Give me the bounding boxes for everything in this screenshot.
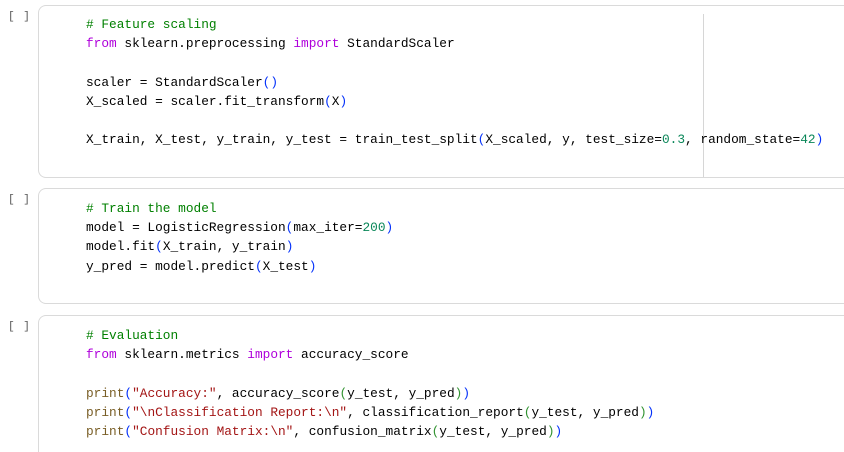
code-line: X_train, X_test, y_train, y_test = train… — [86, 130, 823, 149]
code-token: X_train, X_test, y_train, y_test = train… — [86, 132, 478, 148]
code-token: ( — [254, 258, 263, 274]
code-token: ) — [339, 93, 348, 109]
code-line: scaler = StandardScaler() — [86, 73, 823, 92]
code-token: 200 — [362, 220, 386, 236]
code-token: ) — [385, 220, 394, 236]
code-content: # Feature scaling from sklearn.preprocess… — [86, 15, 823, 149]
run-cell-button[interactable]: [ ] — [8, 321, 31, 333]
code-editor[interactable]: # Evaluation from sklearn.metrics import … — [38, 315, 844, 452]
code-line: print("Confusion Matrix:\n", confusion_m… — [86, 422, 654, 441]
code-token: ( — [124, 385, 133, 401]
run-cell-button[interactable]: [ ] — [8, 194, 31, 206]
code-token: sklearn.preprocessing — [116, 36, 294, 52]
code-token: "\nClassification Report:\n" — [132, 404, 348, 420]
code-line: model = LogisticRegression(max_iter=200) — [86, 218, 393, 237]
code-token: print — [86, 385, 125, 401]
code-line: # Train the model — [86, 199, 393, 218]
code-content: # Evaluation from sklearn.metrics import … — [86, 326, 654, 441]
code-token: y_test, y_pred — [347, 385, 455, 401]
code-token: from — [86, 347, 117, 363]
code-token: X_scaled = scaler.fit_transform — [86, 93, 325, 109]
code-content: # Train the model model = LogisticRegress… — [86, 199, 393, 276]
code-token: ) — [815, 132, 824, 148]
code-token: "Accuracy:" — [132, 385, 217, 401]
code-token: X_scaled, y, test_size= — [485, 132, 662, 148]
code-token: , random_state= — [685, 132, 801, 148]
code-token: sklearn.metrics — [116, 347, 248, 363]
code-line: # Evaluation — [86, 326, 654, 345]
code-token: , accuracy_score — [216, 385, 340, 401]
code-token: ( — [124, 404, 133, 420]
code-editor[interactable]: # Feature scaling from sklearn.preprocess… — [38, 5, 844, 178]
code-token: y_test, y_pred — [531, 404, 639, 420]
code-token: # Evaluation — [86, 328, 179, 343]
code-token: print — [86, 423, 125, 439]
code-token: 0.3 — [661, 132, 686, 148]
code-line: # Feature scaling — [86, 15, 823, 34]
code-token: X_test — [262, 258, 309, 274]
code-token: y_pred = model.predict — [86, 258, 255, 274]
code-token: import — [293, 36, 340, 52]
code-token: StandardScaler — [339, 36, 455, 52]
code-token: y_test, y_pred — [439, 423, 547, 439]
code-token: ) — [285, 239, 294, 255]
code-token: max_iter= — [293, 220, 363, 236]
code-token: import — [247, 347, 294, 363]
code-line: y_pred = model.predict(X_test) — [86, 257, 393, 276]
code-token: model = LogisticRegression — [86, 220, 286, 236]
code-token: ( — [155, 239, 163, 255]
code-line: print("\nClassification Report:\n", clas… — [86, 403, 654, 422]
code-line: print("Accuracy:", accuracy_score(y_test… — [86, 384, 654, 403]
code-line: model.fit(X_train, y_train) — [86, 237, 393, 256]
code-token: from — [86, 36, 117, 52]
code-line: from sklearn.metrics import accuracy_sco… — [86, 345, 654, 364]
code-cell-train-model[interactable]: [ ] # Train the model model = LogisticReg… — [0, 188, 844, 304]
code-token: ) — [638, 404, 647, 420]
code-token: , classification_report — [347, 404, 524, 420]
code-token: ) — [554, 423, 563, 439]
code-cell-feature-scaling[interactable]: [ ] # Feature scaling from sklearn.prepro… — [0, 5, 844, 178]
code-cell-evaluation[interactable]: [ ] # Evaluation from sklearn.metrics imp… — [0, 315, 844, 452]
code-token: ) — [462, 385, 471, 401]
code-token: ) — [546, 423, 555, 439]
code-token: "Confusion Matrix:\n" — [132, 423, 294, 439]
code-editor[interactable]: # Train the model model = LogisticRegress… — [38, 188, 844, 304]
code-token: print — [86, 404, 125, 420]
code-token: # Train the model — [86, 201, 217, 216]
code-token: accuracy_score — [293, 347, 409, 363]
code-token: ) — [308, 258, 317, 274]
code-token: # Feature scaling — [86, 17, 217, 32]
code-token: X_train, y_train — [162, 239, 286, 255]
code-token: () — [262, 74, 278, 90]
code-token: ( — [124, 423, 133, 439]
code-token: ) — [646, 404, 655, 420]
code-line: from sklearn.preprocessing import Standa… — [86, 34, 823, 53]
code-token: , confusion_matrix — [293, 423, 432, 439]
code-token: scaler = StandardScaler — [86, 74, 263, 90]
code-token: ( — [324, 93, 332, 109]
code-token: ( — [339, 385, 348, 401]
code-token: model.fit — [86, 239, 156, 255]
code-line: X_scaled = scaler.fit_transform(X) — [86, 92, 823, 111]
code-token: 42 — [800, 132, 816, 148]
run-cell-button[interactable]: [ ] — [8, 11, 31, 23]
